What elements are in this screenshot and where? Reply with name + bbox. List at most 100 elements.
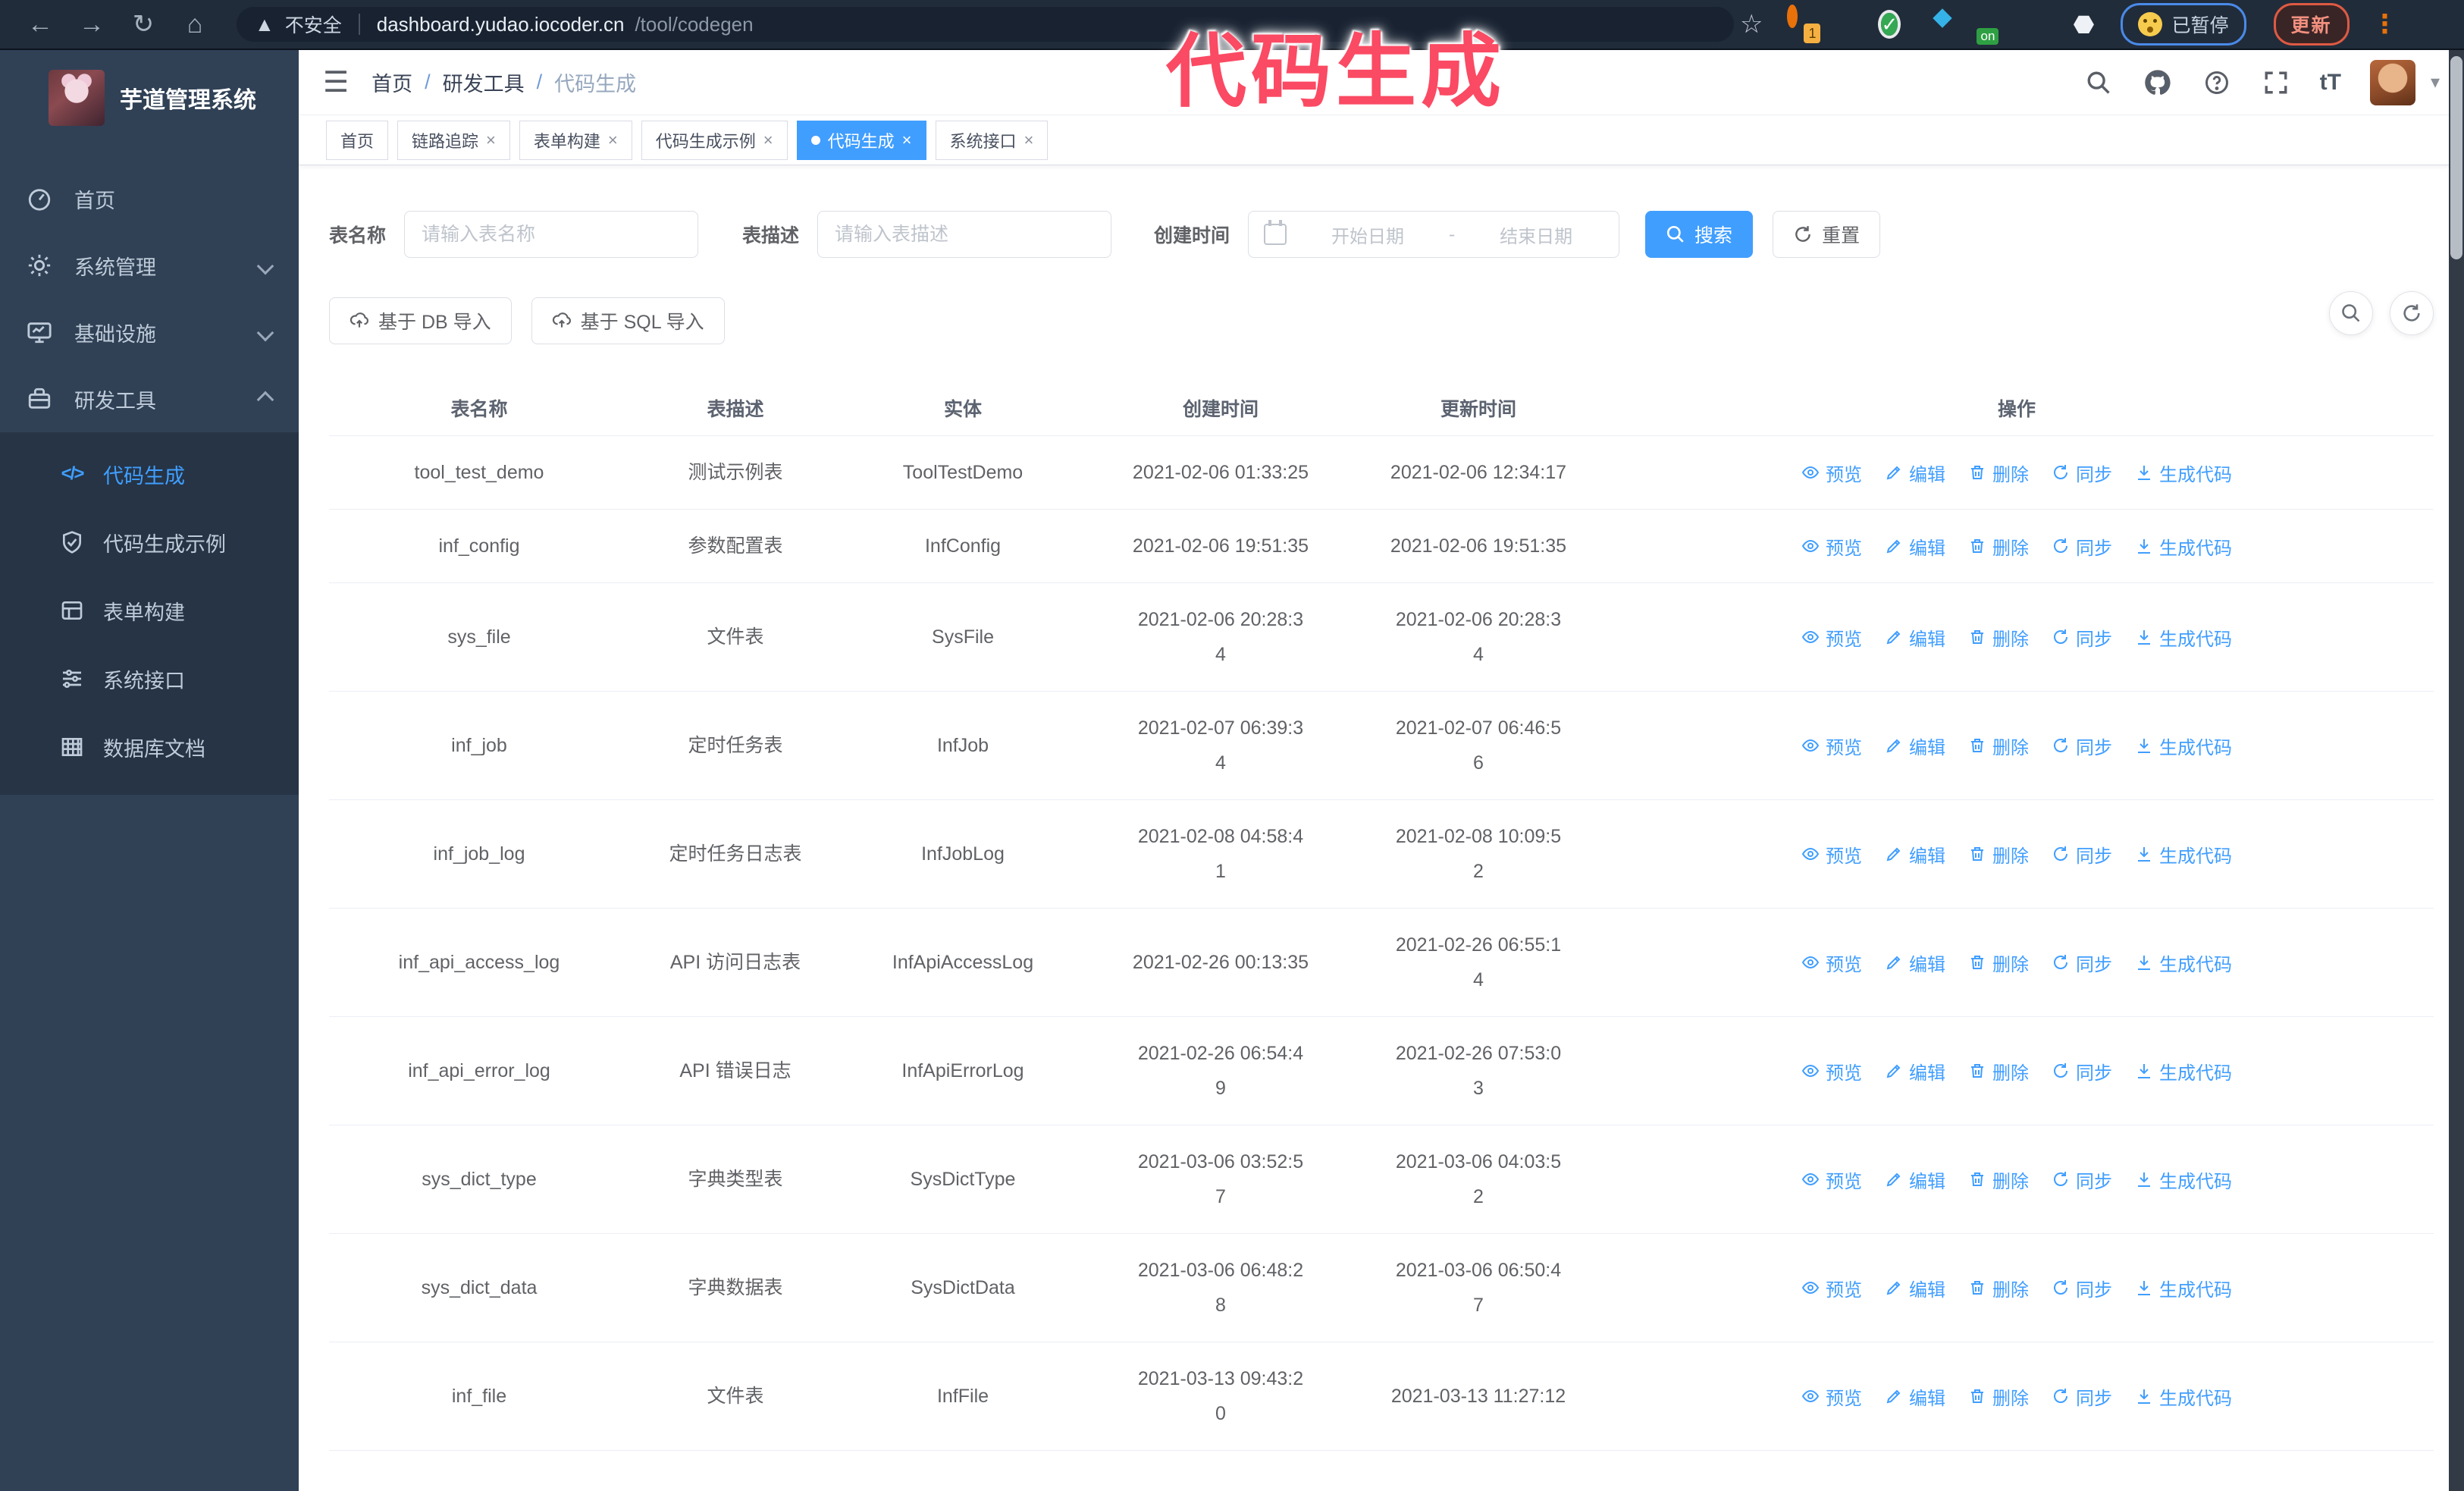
reset-button[interactable]: 重置: [1773, 211, 1881, 258]
sidebar-item-home[interactable]: 首页: [0, 165, 299, 232]
action-删除[interactable]: 删除: [1968, 950, 2029, 976]
tag-首页[interactable]: 首页: [326, 120, 389, 160]
tag-代码生成[interactable]: 代码生成 ×: [796, 120, 926, 160]
action-删除[interactable]: 删除: [1968, 1058, 2029, 1085]
url-host[interactable]: dashboard.yudao.iocoder.cn: [377, 13, 625, 36]
extension-green-icon[interactable]: [2022, 10, 2051, 39]
forward-icon[interactable]: →: [71, 10, 112, 39]
action-删除[interactable]: 删除: [1968, 533, 2029, 560]
action-同步[interactable]: 同步: [2052, 1058, 2112, 1085]
action-生成代码[interactable]: 生成代码: [2135, 1166, 2232, 1193]
action-删除[interactable]: 删除: [1968, 1166, 2029, 1193]
extension-check-icon[interactable]: ✓: [1881, 10, 1910, 39]
fullscreen-icon[interactable]: [2261, 67, 2291, 98]
sidebar-item-db-doc[interactable]: 数据库文档: [0, 713, 299, 781]
action-同步[interactable]: 同步: [2052, 841, 2112, 868]
action-同步[interactable]: 同步: [2052, 1166, 2112, 1193]
avatar-caret-icon[interactable]: ▾: [2431, 71, 2440, 93]
tag-系统接口[interactable]: 系统接口 ×: [935, 120, 1049, 160]
date-end-placeholder[interactable]: 结束日期: [1469, 221, 1603, 248]
action-删除[interactable]: 删除: [1968, 1275, 2029, 1301]
action-生成代码[interactable]: 生成代码: [2135, 1058, 2232, 1085]
action-编辑[interactable]: 编辑: [1885, 1275, 1945, 1301]
action-编辑[interactable]: 编辑: [1885, 1058, 1945, 1085]
action-同步[interactable]: 同步: [2052, 733, 2112, 759]
action-删除[interactable]: 删除: [1968, 624, 2029, 651]
sidebar-item-devtools[interactable]: 研发工具: [0, 366, 299, 432]
action-预览[interactable]: 预览: [1801, 1275, 1862, 1301]
refresh-table-button[interactable]: [2390, 291, 2434, 335]
action-编辑[interactable]: 编辑: [1885, 624, 1945, 651]
action-编辑[interactable]: 编辑: [1885, 533, 1945, 560]
action-同步[interactable]: 同步: [2052, 950, 2112, 976]
action-生成代码[interactable]: 生成代码: [2135, 533, 2232, 560]
action-预览[interactable]: 预览: [1801, 624, 1862, 651]
help-icon[interactable]: [2202, 67, 2232, 98]
reload-icon[interactable]: ↻: [123, 9, 164, 39]
import-sql-button[interactable]: 基于 SQL 导入: [531, 297, 725, 344]
import-db-button[interactable]: 基于 DB 导入: [329, 297, 512, 344]
update-button[interactable]: 更新: [2273, 3, 2350, 46]
address-bar[interactable]: ▲ 不安全 dashboard.yudao.iocoder.cn/tool/co…: [237, 7, 1734, 42]
search-button[interactable]: 搜索: [1645, 211, 1754, 258]
close-icon[interactable]: ×: [902, 130, 912, 150]
hamburger-icon[interactable]: ☰: [323, 65, 349, 99]
action-同步[interactable]: 同步: [2052, 460, 2112, 486]
action-预览[interactable]: 预览: [1801, 533, 1862, 560]
action-预览[interactable]: 预览: [1801, 950, 1862, 976]
action-生成代码[interactable]: 生成代码: [2135, 733, 2232, 759]
app-logo-row[interactable]: 芋道管理系统: [0, 50, 299, 146]
date-range-picker[interactable]: 开始日期 - 结束日期: [1248, 211, 1620, 258]
extension-grid-icon[interactable]: [1928, 10, 1957, 39]
action-删除[interactable]: 删除: [1968, 460, 2029, 486]
table-desc-input[interactable]: [817, 211, 1112, 258]
action-删除[interactable]: 删除: [1968, 733, 2029, 759]
action-生成代码[interactable]: 生成代码: [2135, 624, 2232, 651]
close-icon[interactable]: ×: [608, 130, 618, 150]
close-icon[interactable]: ×: [763, 130, 773, 150]
table-name-input[interactable]: [404, 211, 699, 258]
tag-代码生成示例[interactable]: 代码生成示例 ×: [641, 120, 788, 160]
action-生成代码[interactable]: 生成代码: [2135, 841, 2232, 868]
action-编辑[interactable]: 编辑: [1885, 733, 1945, 759]
sidebar-item-system-api[interactable]: 系统接口: [0, 645, 299, 713]
bookmark-star-icon[interactable]: ☆: [1740, 9, 1763, 39]
search-icon[interactable]: [2083, 67, 2114, 98]
breadcrumb-home[interactable]: 首页: [371, 67, 412, 97]
action-预览[interactable]: 预览: [1801, 841, 1862, 868]
action-预览[interactable]: 预览: [1801, 733, 1862, 759]
action-编辑[interactable]: 编辑: [1885, 1383, 1945, 1410]
font-size-icon[interactable]: tT: [2320, 70, 2341, 96]
action-生成代码[interactable]: 生成代码: [2135, 950, 2232, 976]
action-预览[interactable]: 预览: [1801, 1058, 1862, 1085]
action-同步[interactable]: 同步: [2052, 624, 2112, 651]
action-预览[interactable]: 预览: [1801, 460, 1862, 486]
not-secure-label[interactable]: 不安全: [285, 11, 342, 38]
action-同步[interactable]: 同步: [2052, 1275, 2112, 1301]
action-生成代码[interactable]: 生成代码: [2135, 1275, 2232, 1301]
close-icon[interactable]: ×: [1024, 130, 1034, 150]
paused-chip[interactable]: 已暂停: [2121, 3, 2246, 46]
toggle-search-button[interactable]: [2329, 291, 2373, 335]
extension-gem-icon[interactable]: [1834, 10, 1863, 39]
action-预览[interactable]: 预览: [1801, 1383, 1862, 1410]
action-同步[interactable]: 同步: [2052, 533, 2112, 560]
action-删除[interactable]: 删除: [1968, 1383, 2029, 1410]
action-编辑[interactable]: 编辑: [1885, 950, 1945, 976]
action-编辑[interactable]: 编辑: [1885, 460, 1945, 486]
extensions-puzzle-icon[interactable]: ⬣: [2069, 10, 2098, 39]
tag-链路追踪[interactable]: 链路追踪 ×: [397, 120, 510, 160]
avatar[interactable]: [2369, 59, 2415, 105]
extension-orange-icon[interactable]: 1: [1787, 5, 1821, 43]
action-编辑[interactable]: 编辑: [1885, 1166, 1945, 1193]
breadcrumb-devtools[interactable]: 研发工具: [443, 67, 525, 97]
action-预览[interactable]: 预览: [1801, 1166, 1862, 1193]
extension-on-icon[interactable]: [1975, 10, 2004, 39]
sidebar-item-system[interactable]: 系统管理: [0, 232, 299, 299]
sidebar-item-codegen-example[interactable]: 代码生成示例: [0, 508, 299, 576]
action-生成代码[interactable]: 生成代码: [2135, 460, 2232, 486]
close-icon[interactable]: ×: [486, 130, 496, 150]
scrollbar[interactable]: [2449, 50, 2464, 1491]
action-删除[interactable]: 删除: [1968, 841, 2029, 868]
action-同步[interactable]: 同步: [2052, 1383, 2112, 1410]
